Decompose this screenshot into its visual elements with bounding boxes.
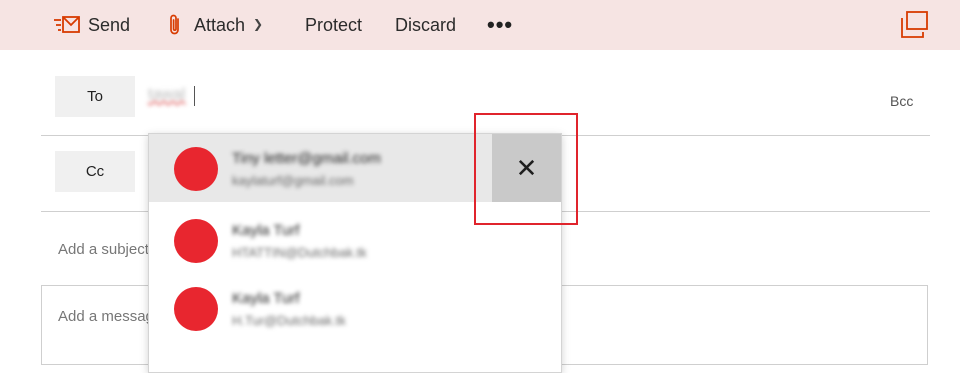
- avatar: [174, 219, 218, 263]
- cc-label: Cc: [85, 163, 105, 180]
- send-label: Send: [88, 14, 131, 35]
- suggestion-email: HTATTIN@Dutchbak.tk: [232, 245, 367, 260]
- to-label: To: [87, 88, 103, 105]
- suggestion-item[interactable]: Kayla Turf H.Tur@Dutchbak.tk: [149, 274, 561, 342]
- attach-button[interactable]: Attach ❯: [166, 0, 263, 50]
- send-button[interactable]: Send: [54, 0, 130, 50]
- send-icon: [54, 16, 80, 33]
- compose-toolbar: Send Attach ❯ Protect Discard •••: [0, 0, 960, 50]
- popout-icon[interactable]: [901, 11, 928, 38]
- more-icon: •••: [487, 12, 514, 37]
- cc-button[interactable]: Cc: [55, 151, 135, 192]
- suggestion-name: Kayla Turf: [232, 290, 300, 307]
- to-button[interactable]: To: [55, 76, 135, 117]
- suggestion-name: Kayla Turf: [232, 222, 300, 239]
- subject-field[interactable]: Add a subject: [58, 241, 149, 258]
- more-options-button[interactable]: •••: [487, 0, 513, 50]
- bcc-link[interactable]: Bcc: [890, 93, 913, 109]
- recipient-suggestions: Tiny letter@gmail.com kaylaturf@gmail.co…: [148, 133, 562, 373]
- paperclip-icon: [170, 14, 179, 35]
- avatar: [174, 147, 218, 191]
- suggestion-name: Tiny letter@gmail.com: [232, 150, 381, 167]
- to-input-text[interactable]: tawal: [148, 86, 185, 104]
- close-icon: ✕: [515, 153, 538, 183]
- protect-button[interactable]: Protect: [305, 0, 362, 50]
- suggestion-email: H.Tur@Dutchbak.tk: [232, 313, 346, 328]
- discard-button[interactable]: Discard: [395, 0, 456, 50]
- text-caret: [194, 86, 195, 106]
- discard-label: Discard: [395, 14, 457, 35]
- protect-label: Protect: [305, 14, 363, 35]
- message-placeholder: Add a message: [58, 308, 163, 325]
- attach-label: Attach: [194, 14, 246, 35]
- chevron-down-icon[interactable]: ❯: [253, 17, 263, 31]
- avatar: [174, 287, 218, 331]
- suggestion-item[interactable]: Kayla Turf HTATTIN@Dutchbak.tk: [149, 206, 561, 274]
- suggestion-item[interactable]: Tiny letter@gmail.com kaylaturf@gmail.co…: [149, 134, 561, 202]
- suggestion-email: kaylaturf@gmail.com: [232, 173, 354, 188]
- remove-suggestion-button[interactable]: ✕: [492, 134, 561, 202]
